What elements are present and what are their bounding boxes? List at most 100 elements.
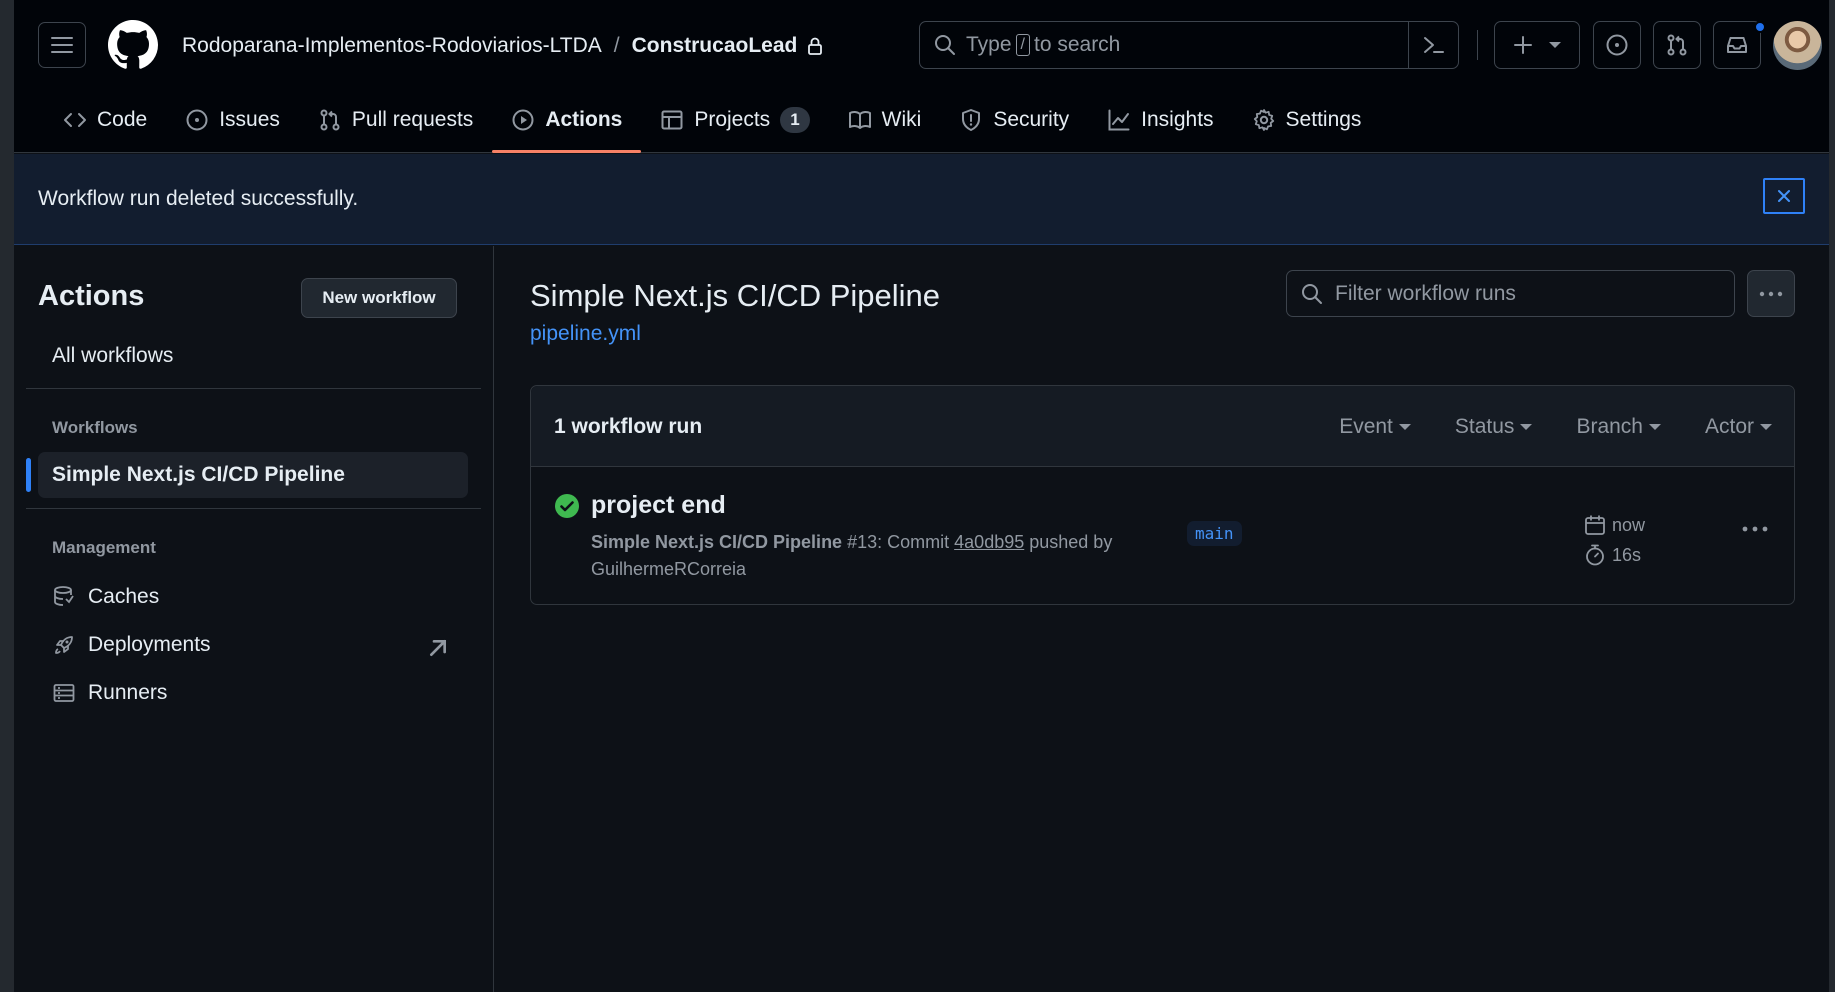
runs-filters: Event Status Branch Actor <box>1339 415 1772 439</box>
chevron-down-icon <box>1549 42 1561 48</box>
kebab-horizontal-icon <box>1759 291 1783 296</box>
workflows-heading: Workflows <box>52 418 138 437</box>
notification-indicator <box>1754 21 1766 33</box>
run-duration: 16s <box>1584 540 1645 570</box>
search-icon <box>935 35 955 55</box>
play-icon <box>512 109 534 130</box>
tab-projects[interactable]: Projects 1 <box>641 98 828 141</box>
status-filter-dropdown[interactable]: Status <box>1455 415 1533 439</box>
tab-counter: 1 <box>780 106 810 133</box>
pull-requests-button[interactable] <box>1653 21 1701 69</box>
flash-banner: Workflow run deleted successfully. <box>14 154 1829 245</box>
run-duration-value: 16s <box>1612 544 1642 565</box>
chevron-down-icon <box>1648 424 1661 430</box>
sidebar-item-label: Caches <box>88 585 160 608</box>
github-logo-icon[interactable] <box>108 20 158 70</box>
kebab-horizontal-icon <box>1742 526 1768 532</box>
avatar[interactable] <box>1773 21 1822 70</box>
dropdown-label: Status <box>1454 415 1515 438</box>
issue-opened-icon <box>1606 34 1628 56</box>
header-divider <box>1477 30 1478 60</box>
menu-button[interactable] <box>38 22 86 68</box>
run-number: #13: Commit <box>847 532 950 552</box>
event-filter-dropdown[interactable]: Event <box>1339 415 1411 439</box>
table-icon <box>661 110 683 129</box>
git-pull-request-icon <box>1667 34 1687 56</box>
tab-settings[interactable]: Settings <box>1233 98 1381 141</box>
chevron-down-icon <box>1398 424 1411 430</box>
search-shortcut-key: / <box>1015 34 1030 56</box>
run-title-link[interactable]: project end <box>591 491 726 520</box>
inbox-icon <box>1727 37 1747 53</box>
filter-runs-input[interactable]: Filter workflow runs <box>1286 270 1735 317</box>
window-frame-right <box>1829 0 1835 992</box>
rocket-icon <box>55 636 73 654</box>
run-pushed-by: pushed by <box>1029 532 1113 552</box>
sidebar-item-label: Deployments <box>88 633 211 656</box>
sidebar-divider <box>26 388 481 389</box>
sidebar-item-label: Simple Next.js CI/CD Pipeline <box>52 463 345 486</box>
sidebar-item-label: Runners <box>88 681 168 704</box>
sidebar-item-runners[interactable]: Runners <box>38 670 468 716</box>
flash-close-button[interactable] <box>1763 178 1805 214</box>
stopwatch-icon <box>1586 544 1604 566</box>
chevron-down-icon <box>1760 424 1772 430</box>
tab-label: Pull requests <box>351 107 474 131</box>
run-when: now <box>1612 514 1646 535</box>
tab-wiki[interactable]: Wiki <box>829 98 941 141</box>
repo-link[interactable]: ConstrucaoLead <box>632 34 798 58</box>
graph-icon <box>1108 109 1130 130</box>
run-menu-button[interactable] <box>1740 519 1770 539</box>
issue-opened-icon <box>186 109 208 130</box>
tab-label: Issues <box>219 107 280 131</box>
tab-label: Settings <box>1285 107 1362 131</box>
actions-sidebar: Actions New workflow All workflows Workf… <box>14 246 494 992</box>
run-date: now <box>1584 510 1645 540</box>
branch-filter-dropdown[interactable]: Branch <box>1576 415 1661 439</box>
tab-code[interactable]: Code <box>44 98 166 141</box>
issues-button[interactable] <box>1593 21 1641 69</box>
sidebar-item-deployments[interactable]: Deployments <box>38 622 468 668</box>
terminal-icon <box>1423 37 1444 53</box>
sidebar-item-caches[interactable]: Caches <box>38 574 468 620</box>
commit-sha-link[interactable]: 4a0db95 <box>954 532 1024 552</box>
tab-label: Actions <box>545 107 623 131</box>
search-suffix: to search <box>1033 33 1121 56</box>
tab-insights[interactable]: Insights <box>1088 98 1232 141</box>
create-new-button[interactable] <box>1494 21 1580 69</box>
server-icon <box>53 684 75 702</box>
run-meta: Simple Next.js CI/CD Pipeline #13: Commi… <box>591 529 1131 583</box>
database-icon <box>54 586 74 606</box>
git-pull-request-icon <box>320 109 340 130</box>
run-actor: GuilhermeRCorreia <box>591 559 747 579</box>
command-palette-button[interactable] <box>1408 22 1458 68</box>
sidebar-item-label: All workflows <box>52 344 174 367</box>
chevron-down-icon <box>1520 424 1533 430</box>
workflow-file-link[interactable]: pipeline.yml <box>530 322 641 346</box>
search-prefix: Type <box>966 33 1012 56</box>
tab-label: Security <box>993 107 1070 131</box>
workflow-run-row: project end Simple Next.js CI/CD Pipelin… <box>531 467 1794 605</box>
shield-icon <box>962 108 981 131</box>
arrow-up-right-icon <box>430 640 446 656</box>
workflow-menu-button[interactable] <box>1747 270 1795 317</box>
tab-pull-requests[interactable]: Pull requests <box>299 98 492 141</box>
calendar-icon <box>1585 515 1605 535</box>
tab-issues[interactable]: Issues <box>166 98 299 141</box>
breadcrumb: Rodoparana-Implementos-Rodoviarios-LTDA … <box>182 34 823 58</box>
owner-link[interactable]: Rodoparana-Implementos-Rodoviarios-LTDA <box>182 34 602 58</box>
book-icon <box>848 110 871 129</box>
dropdown-label: Actor <box>1704 415 1754 438</box>
sidebar-item-all-workflows[interactable]: All workflows <box>38 333 468 379</box>
new-workflow-button[interactable]: New workflow <box>301 278 457 318</box>
sidebar-item-workflow[interactable]: Simple Next.js CI/CD Pipeline <box>38 452 468 498</box>
tab-label: Insights <box>1141 107 1214 131</box>
tab-security[interactable]: Security <box>940 98 1088 141</box>
runs-count: 1 workflow run <box>554 415 703 438</box>
close-icon <box>1778 190 1790 202</box>
tab-actions[interactable]: Actions <box>492 98 642 153</box>
page-title: Simple Next.js CI/CD Pipeline <box>530 278 941 313</box>
branch-label[interactable]: main <box>1187 521 1242 546</box>
actor-filter-dropdown[interactable]: Actor <box>1705 415 1772 439</box>
search-input[interactable]: Type / to search <box>919 21 1459 69</box>
